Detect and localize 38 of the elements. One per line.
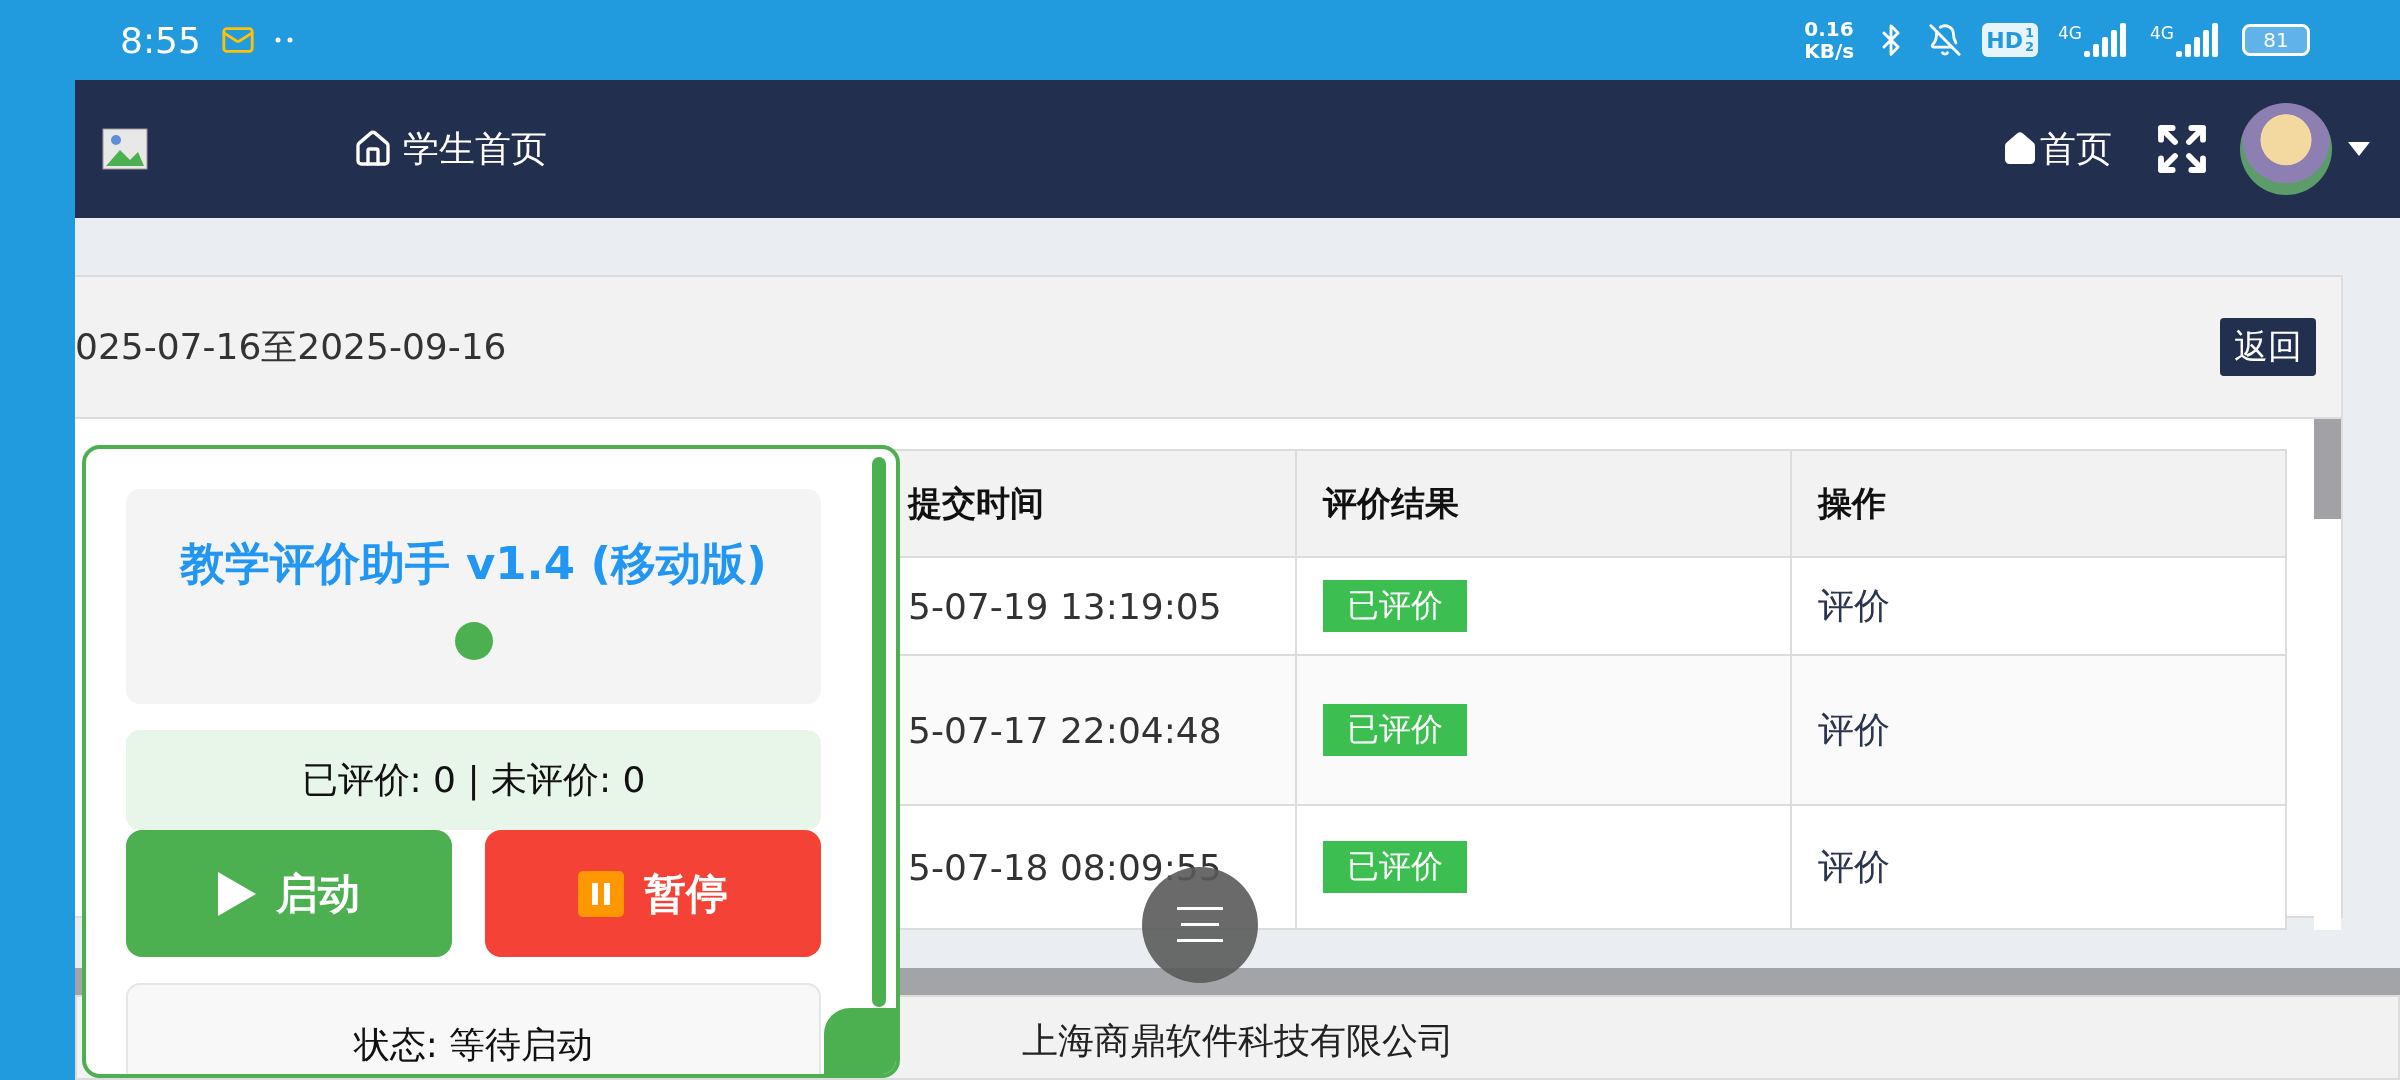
network-type: 4G <box>2058 23 2082 43</box>
company-name: 上海商鼎软件科技有限公司 <box>1021 1019 1454 1063</box>
panel-title: 教学评价助手 v1.4 (移动版) <box>180 535 767 592</box>
bell-off-icon <box>1928 23 1963 57</box>
home-icon <box>2002 131 2038 167</box>
status-dot <box>454 621 493 660</box>
dots-icon <box>274 37 293 43</box>
column-header: 评价结果 <box>1323 481 1459 525</box>
column-header: 提交时间 <box>908 481 1044 525</box>
date-range: 025-07-16至2025-09-16 <box>75 324 507 369</box>
status-tag: 已评价 <box>1323 841 1467 893</box>
battery-indicator: 81 <box>2242 24 2310 56</box>
status-text: 状态: 等待启动 <box>126 983 821 1074</box>
evaluate-link[interactable]: 评价 <box>1818 705 1890 755</box>
pause-icon <box>578 870 625 917</box>
stats-text: 已评价: 0 | 未评价: 0 <box>126 730 821 830</box>
network-speed: 0.16 KB/s <box>1804 18 1855 62</box>
submit-time: 5-07-19 13:19:05 <box>908 585 1222 627</box>
evaluate-link[interactable]: 评价 <box>1818 842 1890 892</box>
status-tag: 已评价 <box>1323 580 1467 632</box>
status-tag: 已评价 <box>1323 704 1467 756</box>
menu-icon <box>1175 905 1225 945</box>
play-icon <box>218 871 257 916</box>
network-type: 4G <box>2150 23 2174 43</box>
home-link[interactable]: 首页 <box>2002 124 2112 174</box>
submit-time: 5-07-17 22:04:48 <box>908 709 1222 751</box>
broken-image-icon <box>102 128 148 170</box>
evaluate-link[interactable]: 评价 <box>1818 581 1890 631</box>
back-button[interactable]: 返回 <box>2220 318 2316 376</box>
home-icon <box>353 129 393 169</box>
column-header: 操作 <box>1818 481 1886 525</box>
scrollbar-thumb[interactable] <box>872 457 886 1007</box>
caret-icon[interactable] <box>2348 142 2370 156</box>
scrollbar-thumb[interactable] <box>2314 419 2341 519</box>
pause-button[interactable]: 暂停 <box>485 830 821 957</box>
clock-time: 8:55 <box>120 19 201 61</box>
nav-title: 学生首页 <box>403 126 547 171</box>
submit-time: 5-07-18 08:09:55 <box>908 846 1222 888</box>
